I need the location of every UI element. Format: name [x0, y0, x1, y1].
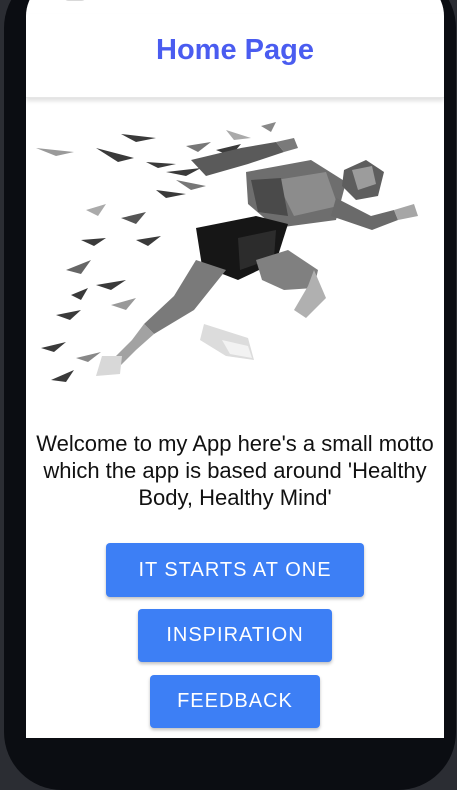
camera-notch-icon: [64, 0, 86, 1]
page-title: Home Page: [156, 34, 314, 66]
runner-figure: [96, 138, 418, 376]
phone-frame: Home Page Welcome to my App here's a sma…: [4, 0, 456, 790]
feedback-button[interactable]: FEEDBACK: [150, 675, 320, 728]
app-bar: Home Page: [26, 14, 444, 98]
inspiration-button[interactable]: INSPIRATION: [138, 609, 332, 662]
motto-text: Welcome to my App here's a small motto w…: [36, 431, 434, 510]
it-starts-at-one-button[interactable]: IT STARTS AT ONE: [106, 543, 364, 597]
status-bar: [26, 0, 444, 14]
runner-illustration: [36, 122, 418, 382]
phone-screen: Home Page Welcome to my App here's a sma…: [26, 0, 444, 738]
